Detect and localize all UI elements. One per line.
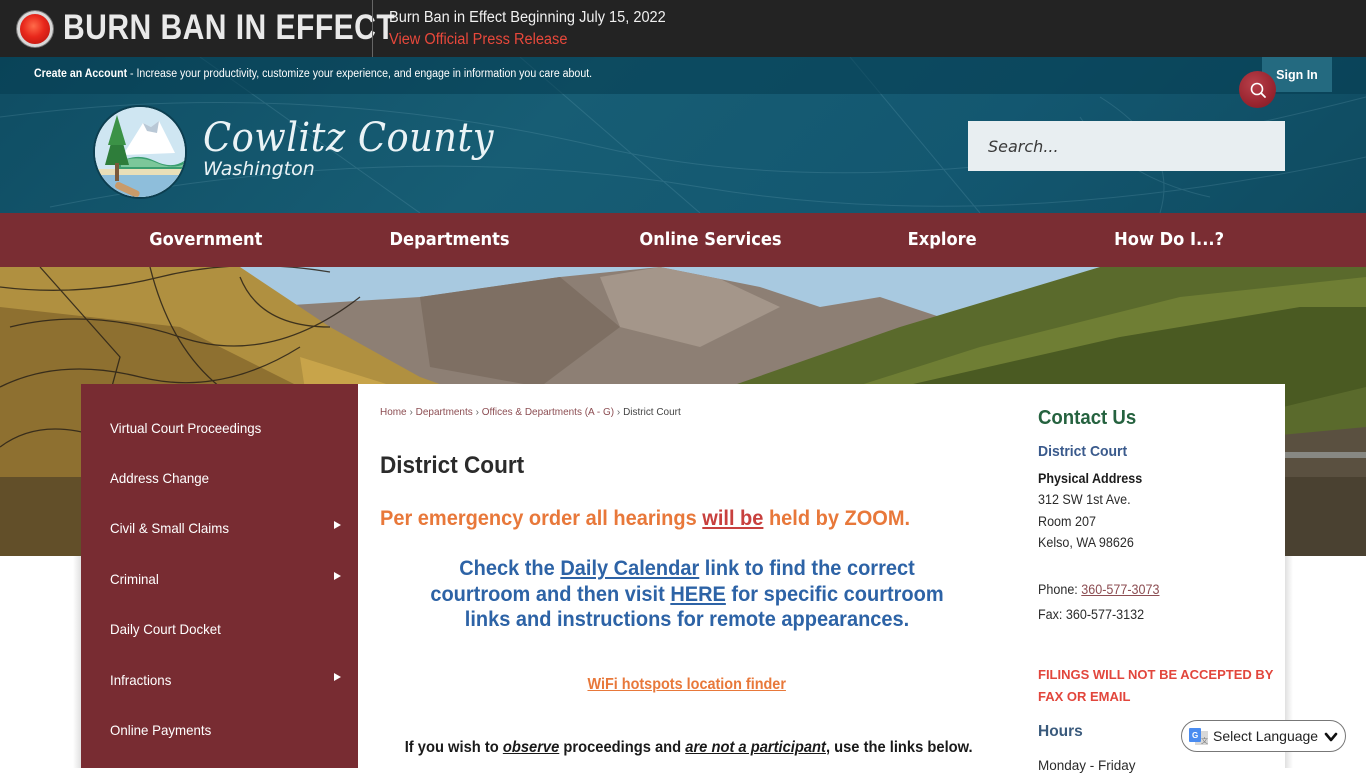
- observe-part: proceedings and: [559, 739, 686, 756]
- wifi-hotspots-link[interactable]: WiFi hotspots location finder: [588, 676, 786, 694]
- fax-line: Fax: 360-577-3132: [1038, 607, 1145, 622]
- svg-text:文: 文: [1201, 736, 1208, 745]
- breadcrumb-current: District Court: [623, 406, 681, 418]
- chevron-down-icon: [1324, 732, 1338, 742]
- address-line: Kelso, WA 98626: [1038, 535, 1134, 550]
- contact-department: District Court: [1038, 443, 1128, 460]
- sidebar-item-civil-small-claims[interactable]: Civil & Small Claims: [81, 505, 358, 555]
- observe-emphasis: are not a participant: [685, 739, 826, 756]
- notice-text: link to find the correct: [699, 556, 915, 580]
- sidebar-item-address-change[interactable]: Address Change: [81, 455, 358, 505]
- county-state: Washington: [203, 158, 315, 180]
- notice-line: links and instructions for remote appear…: [464, 607, 910, 631]
- account-description: - Increase your productivity, customize …: [127, 68, 593, 80]
- google-translate-icon: G 文: [1189, 728, 1208, 745]
- language-selector[interactable]: G 文 Select Language: [1181, 720, 1346, 752]
- alert-message: Burn Ban in Effect Beginning July 15, 20…: [389, 9, 666, 26]
- submenu-arrow-icon[interactable]: [334, 673, 341, 681]
- alert-divider: [372, 0, 373, 57]
- breadcrumb-separator: ›: [475, 406, 479, 418]
- breadcrumb-departments[interactable]: Departments: [416, 406, 473, 418]
- breadcrumb-home[interactable]: Home: [380, 406, 407, 418]
- observe-part: , use the links below.: [825, 739, 973, 756]
- nav-item-departments[interactable]: Departments: [390, 213, 510, 267]
- main-nav: Government Departments Online Services E…: [0, 213, 1366, 267]
- emergency-emphasis: will be: [702, 506, 764, 530]
- address-label: Physical Address: [1038, 471, 1143, 486]
- sidebar-item-label: Criminal: [110, 571, 159, 587]
- submenu-arrow-icon[interactable]: [334, 521, 341, 529]
- create-account-link[interactable]: Create an Account: [34, 68, 127, 80]
- sidebar-item-label: Online Payments: [110, 722, 212, 738]
- notice-line: Check the Daily Calendar link to find th…: [401, 556, 972, 582]
- daily-calendar-link[interactable]: Daily Calendar: [560, 556, 699, 580]
- phone-label: Phone:: [1038, 582, 1082, 597]
- observe-text: If you wish to observe proceedings and a…: [405, 739, 973, 757]
- here-link[interactable]: HERE: [670, 582, 726, 606]
- svg-text:G: G: [1192, 731, 1198, 740]
- address-line: 312 SW 1st Ave.: [1038, 492, 1131, 507]
- notice-text: Check the: [459, 556, 561, 580]
- nav-item-explore[interactable]: Explore: [908, 213, 977, 267]
- account-bar-text: Create an Account - Increase your produc…: [34, 68, 592, 80]
- notice-line: courtroom and then visit HERE for specif…: [401, 582, 972, 608]
- emergency-text: Per emergency order all hearings: [380, 506, 703, 530]
- language-selector-label: Select Language: [1213, 728, 1319, 744]
- sidebar-item-criminal[interactable]: Criminal: [81, 556, 358, 606]
- submenu-arrow-icon[interactable]: [334, 572, 341, 580]
- nav-item-online-services[interactable]: Online Services: [639, 213, 781, 267]
- notice-text: for specific courtroom: [725, 581, 944, 606]
- nav-item-how-do-i[interactable]: How Do I...?: [1114, 213, 1224, 267]
- nav-item-government[interactable]: Government: [149, 213, 262, 267]
- notice-text: courtroom and then visit: [430, 581, 671, 606]
- observe-notice: If you wish to observe proceedings and a…: [380, 739, 994, 757]
- filings-notice: FILINGS WILL NOT BE ACCEPTED BY FAX OR E…: [1038, 667, 1274, 704]
- breadcrumb-offices-departments[interactable]: Offices & Departments (A - G): [482, 406, 614, 418]
- phone-line: Phone: 360-577-3073: [1038, 582, 1159, 597]
- alert-banner: BURN BAN IN EFFECT Burn Ban in Effect Be…: [0, 0, 1366, 57]
- search-icon: [1250, 82, 1266, 98]
- county-seal-logo[interactable]: [93, 105, 187, 199]
- sidebar-item-daily-court-docket[interactable]: Daily Court Docket: [81, 606, 358, 656]
- breadcrumb-separator: ›: [409, 406, 413, 418]
- address-line: Room 207: [1038, 514, 1096, 529]
- sidebar-item-label: Daily Court Docket: [110, 621, 221, 637]
- account-bar: Create an Account - Increase your produc…: [0, 57, 1366, 94]
- remote-appearance-notice: Check the Daily Calendar link to find th…: [380, 556, 994, 633]
- sidebar-item-label: Address Change: [110, 470, 210, 486]
- breadcrumb-separator: ›: [616, 406, 621, 418]
- wifi-link-container: WiFi hotspots location finder: [380, 676, 994, 694]
- observe-emphasis: observe: [502, 739, 560, 756]
- sidebar-item-label: Civil & Small Claims: [110, 520, 229, 536]
- sidebar-item-label: Virtual Court Proceedings: [110, 420, 262, 436]
- page-title: District Court: [380, 452, 525, 479]
- county-name: Cowlitz County: [203, 115, 494, 161]
- press-release-link[interactable]: View Official Press Release: [389, 29, 567, 50]
- contact-title: Contact Us: [1038, 407, 1137, 429]
- sidebar-nav: Virtual Court Proceedings Address Change…: [81, 384, 358, 768]
- red-alert-light-icon: [17, 11, 53, 47]
- sidebar-item-infractions[interactable]: Infractions: [81, 657, 358, 707]
- emergency-text: held by ZOOM.: [763, 506, 911, 530]
- observe-part: If you wish to: [404, 739, 503, 756]
- hours-title: Hours: [1038, 723, 1083, 740]
- sidebar-item-virtual-court-proceedings[interactable]: Virtual Court Proceedings: [81, 405, 358, 455]
- hours-line: Monday - Friday: [1038, 758, 1136, 773]
- phone-link[interactable]: 360-577-3073: [1081, 582, 1159, 597]
- sidebar-item-online-payments[interactable]: Online Payments: [81, 707, 358, 757]
- emergency-notice: Per emergency order all hearings will be…: [380, 506, 910, 531]
- sidebar-item-label: Infractions: [110, 672, 172, 688]
- breadcrumb: Home › Departments › Offices & Departments (…: [380, 406, 681, 418]
- search-button[interactable]: [1239, 71, 1276, 108]
- site-header: Create an Account - Increase your produc…: [0, 57, 1366, 213]
- search-bar: [968, 121, 1285, 171]
- alert-title: BURN BAN IN EFFECT: [63, 8, 396, 47]
- search-input[interactable]: [968, 121, 1228, 171]
- panel-shadow: [73, 556, 81, 768]
